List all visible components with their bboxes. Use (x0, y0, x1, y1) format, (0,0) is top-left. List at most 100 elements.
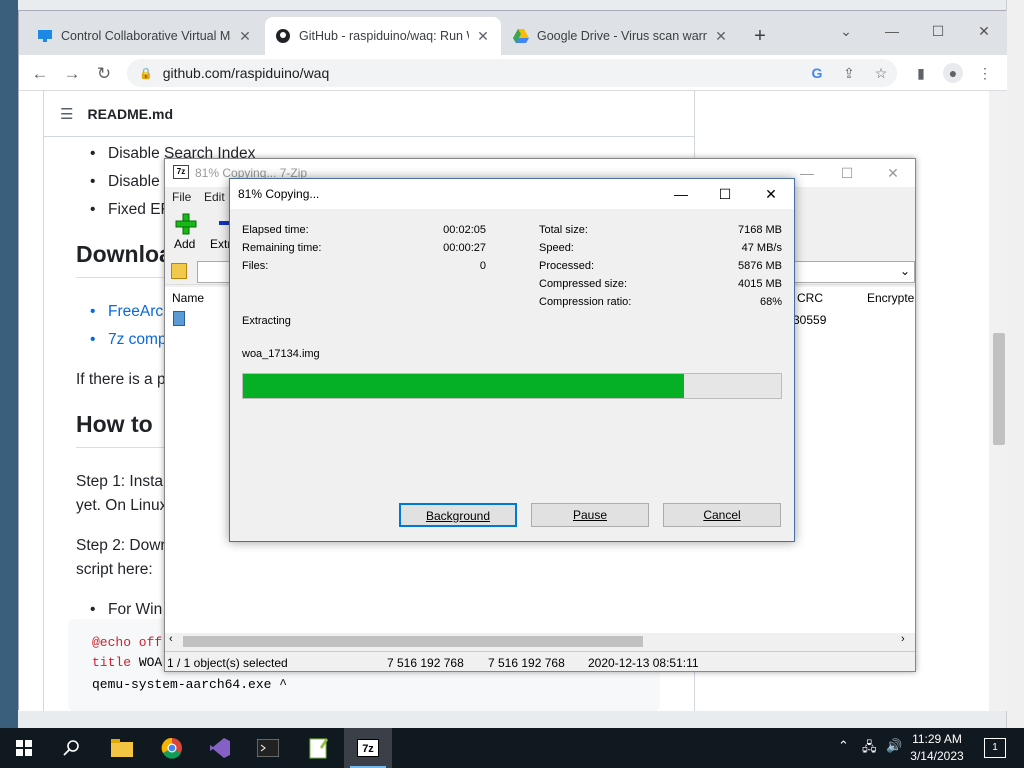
progress-bar-fill (243, 374, 685, 398)
taskbar: 7z ⌃ 🖧 🔊 11:29 AM 3/14/2023 1 (0, 728, 1024, 768)
bullet-item: For Win (90, 601, 162, 619)
code-line: @echo off (92, 635, 163, 650)
files-label: Files: (242, 260, 269, 272)
close-button[interactable]: ✕ (873, 161, 913, 185)
forward-icon[interactable]: → (59, 61, 85, 87)
github-icon (275, 28, 291, 44)
clock-date[interactable]: 3/14/2023 (906, 749, 968, 763)
compressed-size-value: 4015 MB (737, 278, 782, 290)
google-lens-icon[interactable]: G (807, 63, 827, 83)
background-button[interactable]: Background (399, 503, 517, 527)
status-selected: 1 / 1 object(s) selected (167, 656, 288, 670)
bullet-item: Disable (90, 173, 160, 191)
progress-bar (242, 373, 782, 399)
visual-studio-icon[interactable] (196, 728, 244, 768)
horizontal-scrollbar[interactable]: ‹ › (165, 633, 915, 649)
link-freearc[interactable]: FreeArc (90, 303, 163, 321)
copy-progress-dialog: 81% Copying... — ☐ ✕ Elapsed time: Remai… (229, 178, 795, 542)
close-button[interactable]: ✕ (969, 19, 999, 45)
show-hidden-icons-icon[interactable]: ⌃ (838, 738, 849, 754)
7zip-taskbar-icon[interactable]: 7z (344, 728, 392, 768)
add-button[interactable]: Add (174, 237, 195, 251)
heading-download: Downloa (76, 241, 172, 267)
processed-label: Processed: (539, 260, 595, 272)
paragraph-if: If there is a p (76, 371, 166, 388)
list-icon[interactable]: ☰ (60, 105, 73, 123)
search-icon[interactable] (48, 728, 96, 768)
remaining-label: Remaining time: (242, 242, 322, 254)
page-scrollbar-thumb[interactable] (993, 333, 1005, 445)
crc-value: 30559 (793, 313, 827, 327)
scroll-left-icon[interactable]: ‹ (169, 633, 173, 645)
column-name[interactable]: Name (172, 291, 204, 305)
minimize-button[interactable]: — (877, 19, 907, 45)
reload-icon[interactable]: ↻ (91, 61, 117, 87)
drive-icon (513, 28, 529, 44)
readme-filename: README.md (87, 105, 174, 122)
cancel-button[interactable]: Cancel (663, 503, 781, 527)
back-icon[interactable]: ← (27, 61, 53, 87)
network-icon[interactable]: 🖧 (862, 738, 877, 760)
files-value: 0 (479, 260, 486, 272)
notification-icon[interactable]: 1 (984, 738, 1006, 758)
close-button[interactable]: ✕ (748, 181, 794, 207)
profile-avatar-icon[interactable]: ● (943, 63, 963, 83)
elapsed-value: 00:02:05 (443, 224, 486, 236)
new-tab-button[interactable]: + (747, 24, 773, 50)
close-icon[interactable]: ✕ (475, 28, 491, 45)
7zip-icon: 7z (357, 739, 379, 757)
minimize-button[interactable]: — (658, 181, 704, 207)
address-bar[interactable]: 🔒 github.com/raspiduino/waq (127, 59, 897, 87)
dialog-title: 81% Copying... (238, 187, 320, 201)
tab-control-collaborative[interactable]: Control Collaborative Virtual Ma ✕ (27, 17, 263, 55)
heading-how-to: How to (76, 411, 153, 437)
tab-google-drive[interactable]: Google Drive - Virus scan warnin ✕ (503, 17, 739, 55)
compression-ratio-label: Compression ratio: (539, 296, 632, 308)
compression-ratio-value: 68% (759, 296, 782, 308)
menu-kebab-icon[interactable]: ⋮ (975, 63, 995, 83)
file-icon[interactable] (173, 311, 185, 326)
maximize-button[interactable]: ☐ (923, 19, 953, 45)
paragraph-step1: Step 1: Instal (76, 473, 167, 490)
clock-time[interactable]: 11:29 AM (906, 732, 968, 746)
7zip-icon: 7z (173, 165, 189, 179)
status-modified: 2020-12-13 08:51:11 (588, 656, 699, 670)
windows-start-icon[interactable] (0, 728, 48, 768)
bookmark-star-icon[interactable]: ☆ (871, 63, 891, 83)
folder-up-icon[interactable] (171, 263, 187, 279)
terminal-icon[interactable] (244, 728, 292, 768)
chevron-down-icon[interactable]: ⌄ (900, 264, 910, 278)
notification-count: 1 (992, 742, 998, 753)
column-crc[interactable]: CRC (797, 291, 823, 305)
side-panel-icon[interactable]: ▮ (911, 63, 931, 83)
tab-search-icon[interactable]: ⌄ (831, 19, 861, 45)
maximize-button[interactable]: ☐ (827, 161, 867, 185)
tab-label: GitHub - raspiduino/waq: Run W (299, 29, 469, 43)
notepad-plus-icon[interactable] (294, 728, 342, 768)
tab-github-waq[interactable]: GitHub - raspiduino/waq: Run W ✕ (265, 17, 501, 55)
pause-button[interactable]: Pause (531, 503, 649, 527)
share-icon[interactable]: ⇪ (839, 63, 859, 83)
elapsed-label: Elapsed time: (242, 224, 309, 236)
status-packed: 7 516 192 768 (488, 656, 565, 670)
speed-label: Speed: (539, 242, 574, 254)
close-icon[interactable]: ✕ (713, 28, 729, 45)
desktop-background-left (0, 0, 18, 728)
menu-file[interactable]: File (172, 190, 191, 204)
column-encrypted[interactable]: Encrypte (867, 291, 914, 305)
add-icon[interactable] (175, 213, 199, 235)
total-size-label: Total size: (539, 224, 588, 236)
menu-edit[interactable]: Edit (204, 190, 225, 204)
status-bar: 1 / 1 object(s) selected 7 516 192 768 7… (165, 651, 915, 671)
speed-value: 47 MB/s (741, 242, 782, 254)
lock-icon: 🔒 (139, 67, 153, 80)
maximize-button[interactable]: ☐ (702, 181, 748, 207)
link-7z[interactable]: 7z comp (90, 331, 166, 349)
close-icon[interactable]: ✕ (237, 28, 253, 45)
scrollbar-thumb[interactable] (183, 636, 643, 647)
chrome-icon[interactable] (148, 728, 196, 768)
file-explorer-icon[interactable] (98, 728, 146, 768)
status-size: 7 516 192 768 (387, 656, 464, 670)
volume-icon[interactable]: 🔊 (886, 738, 902, 754)
scroll-right-icon[interactable]: › (901, 633, 905, 645)
